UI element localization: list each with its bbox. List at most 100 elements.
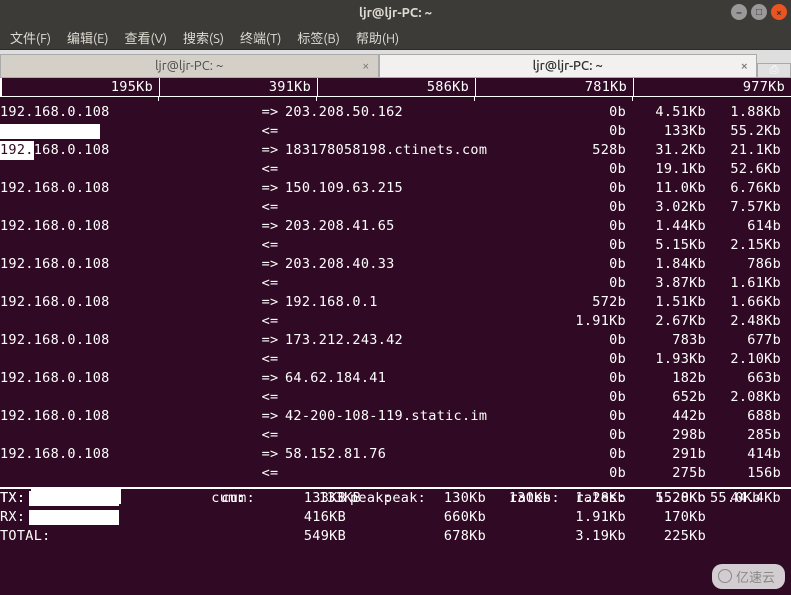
dest-host: 150.109.63.215 bbox=[285, 179, 565, 198]
scale-tick: 977Kb bbox=[743, 79, 785, 95]
menu-search[interactable]: 搜索(S) bbox=[175, 28, 232, 47]
source-host: 192.168.0.108 bbox=[0, 408, 110, 424]
rate-2s: 0b bbox=[565, 369, 630, 388]
watermark: 亿速云 bbox=[712, 564, 785, 589]
source-host: 192.168.0.108 bbox=[0, 446, 110, 462]
menu-tabs[interactable]: 标签(B) bbox=[289, 28, 347, 47]
menu-help[interactable]: 帮助(H) bbox=[348, 28, 407, 47]
rates-label: rates: bbox=[490, 489, 560, 508]
sum-r2: 55.0Kb bbox=[630, 489, 710, 508]
rate-2s: 0b bbox=[565, 407, 630, 426]
tab-1[interactable]: ljr@ljr-PC: ~ × bbox=[379, 54, 758, 78]
new-tab-button[interactable]: ⎙ bbox=[757, 63, 791, 78]
rate-40s: 156b bbox=[710, 464, 785, 483]
connection-row-in: <=0b133Kb55.2Kb bbox=[0, 122, 791, 141]
sum-cum: 416KB bbox=[285, 508, 350, 527]
menu-file[interactable]: 文件(F) bbox=[2, 28, 59, 47]
sum-r2: 170Kb bbox=[630, 508, 710, 527]
window-titlebar: ljr@ljr-PC: ~ – □ × bbox=[0, 0, 791, 26]
arrow-out-icon: => bbox=[255, 407, 285, 426]
connection-row-in: <=0b1.93Kb2.10Kb bbox=[0, 350, 791, 369]
rate-10s: 298b bbox=[630, 426, 710, 445]
dest-host: 203.208.40.33 bbox=[285, 255, 565, 274]
rate-2s: 0b bbox=[565, 103, 630, 122]
sum-r1: 3.19Kb bbox=[565, 527, 630, 546]
traffic-bar bbox=[29, 491, 119, 506]
source-host: 192.168.0.108 bbox=[0, 332, 110, 348]
connection-row-in: <=1.91Kb2.67Kb2.48Kb bbox=[0, 312, 791, 331]
rate-2s: 572b bbox=[565, 293, 630, 312]
arrow-in-icon: <= bbox=[255, 312, 285, 331]
sum-r2: 225Kb bbox=[630, 527, 710, 546]
rate-40s: 786b bbox=[710, 255, 785, 274]
menu-terminal[interactable]: 终端(T) bbox=[232, 28, 289, 47]
dest-host: 42-200-108-119.static.im bbox=[285, 407, 565, 426]
rate-40s: 2.08Kb bbox=[710, 388, 785, 407]
rate-40s: 2.15Kb bbox=[710, 236, 785, 255]
maximize-button[interactable]: □ bbox=[751, 4, 767, 20]
rate-2s: 0b bbox=[565, 179, 630, 198]
rate-10s: 3.02Kb bbox=[630, 198, 710, 217]
sum-peak: 130Kb bbox=[420, 489, 490, 508]
arrow-in-icon: <= bbox=[255, 426, 285, 445]
arrow-out-icon: => bbox=[255, 331, 285, 350]
tab-0[interactable]: ljr@ljr-PC: ~ × bbox=[0, 54, 379, 78]
connection-row: 192.168.0.108=>203.208.50.1620b4.51Kb1.8… bbox=[0, 103, 791, 122]
sum-r3 bbox=[710, 508, 785, 527]
rate-40s: 21.1Kb bbox=[710, 141, 785, 160]
sum-r1: 1.28Kb bbox=[565, 489, 630, 508]
close-icon[interactable]: × bbox=[362, 59, 369, 73]
window-title: ljr@ljr-PC: ~ bbox=[0, 6, 791, 20]
watermark-text: 亿速云 bbox=[736, 570, 775, 585]
rate-40s: 55.2Kb bbox=[710, 122, 785, 141]
rate-10s: 275b bbox=[630, 464, 710, 483]
rate-10s: 2.67Kb bbox=[630, 312, 710, 331]
arrow-out-icon: => bbox=[255, 141, 285, 160]
rate-2s: 0b bbox=[565, 122, 630, 141]
rate-40s: 52.6Kb bbox=[710, 160, 785, 179]
source-host: 192.168.0.108 bbox=[0, 294, 110, 310]
connection-row: 192.168.0.108=>203.208.40.330b1.84Kb786b bbox=[0, 255, 791, 274]
rate-2s: 0b bbox=[565, 331, 630, 350]
rate-40s: 1.66Kb bbox=[710, 293, 785, 312]
tab-label: ljr@ljr-PC: ~ bbox=[155, 59, 223, 73]
terminal-output[interactable]: 195Kb 391Kb 586Kb 781Kb 977Kb 192.168.0.… bbox=[0, 78, 791, 546]
source-host: 192.168.0.108 bbox=[0, 104, 110, 120]
rate-40s: 7.57Kb bbox=[710, 198, 785, 217]
connection-row-in: <=0b5.15Kb2.15Kb bbox=[0, 236, 791, 255]
arrow-out-icon: => bbox=[255, 217, 285, 236]
menu-view[interactable]: 查看(V) bbox=[117, 28, 175, 47]
traffic-bar bbox=[0, 124, 100, 139]
arrow-in-icon: <= bbox=[255, 198, 285, 217]
source-host: 192.168.0.108 bbox=[0, 256, 110, 272]
connection-row-in: <=0b275b156b bbox=[0, 464, 791, 483]
rate-2s: 0b bbox=[565, 464, 630, 483]
source-host: 192.168.0.108 bbox=[0, 370, 110, 386]
arrow-out-icon: => bbox=[255, 369, 285, 388]
rate-40s: 414b bbox=[710, 445, 785, 464]
arrow-out-icon: => bbox=[255, 179, 285, 198]
rate-40s: 6.76Kb bbox=[710, 179, 785, 198]
close-icon[interactable]: × bbox=[741, 59, 748, 73]
rate-2s: 0b bbox=[565, 160, 630, 179]
menu-edit[interactable]: 编辑(E) bbox=[59, 28, 116, 47]
rate-10s: 31.2Kb bbox=[630, 141, 710, 160]
peak-label bbox=[350, 508, 420, 527]
arrow-in-icon: <= bbox=[255, 122, 285, 141]
rate-40s: 1.61Kb bbox=[710, 274, 785, 293]
arrow-out-icon: => bbox=[255, 293, 285, 312]
dest-host: 203.208.41.65 bbox=[285, 217, 565, 236]
connection-row-in: <=0b298b285b bbox=[0, 426, 791, 445]
rate-2s: 0b bbox=[565, 388, 630, 407]
rate-10s: 1.44Kb bbox=[630, 217, 710, 236]
connection-row: 192.168.0.108=>192.168.0.1572b1.51Kb1.66… bbox=[0, 293, 791, 312]
sum-label: RX: bbox=[0, 509, 25, 525]
dest-host: 203.208.50.162 bbox=[285, 103, 565, 122]
rate-40s: 2.10Kb bbox=[710, 350, 785, 369]
close-button[interactable]: × bbox=[771, 4, 787, 20]
rate-10s: 4.51Kb bbox=[630, 103, 710, 122]
minimize-button[interactable]: – bbox=[731, 4, 747, 20]
arrow-in-icon: <= bbox=[255, 160, 285, 179]
rate-10s: 1.84Kb bbox=[630, 255, 710, 274]
rate-2s: 1.91Kb bbox=[565, 312, 630, 331]
